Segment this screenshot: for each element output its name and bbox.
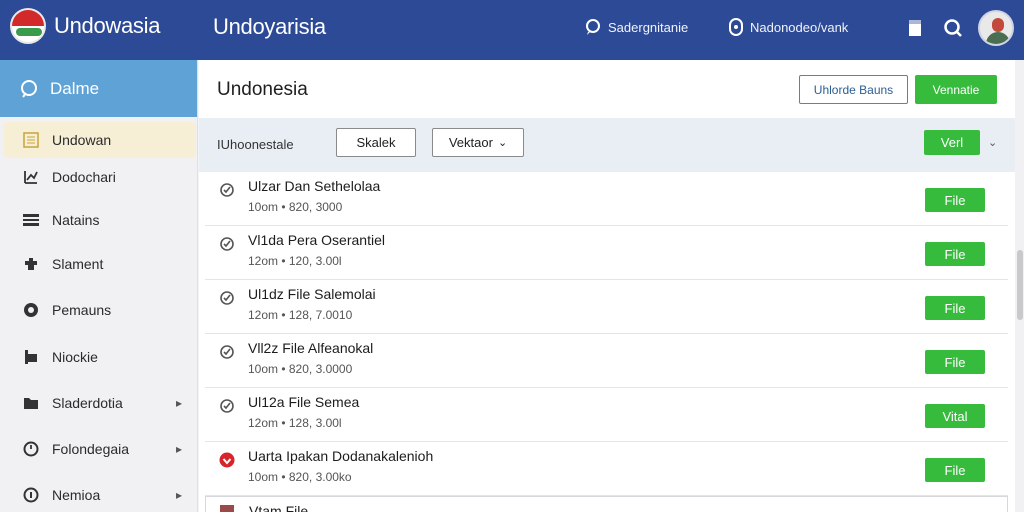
chart-icon <box>22 168 40 186</box>
brand[interactable]: Undowasia <box>10 8 160 44</box>
row-meta: 10om • 820, 3.00ko <box>248 470 352 484</box>
sidebar-item-label: Pemauns <box>52 302 112 318</box>
avatar[interactable] <box>978 10 1014 46</box>
chevron-right-icon: ▸ <box>175 488 182 502</box>
table-row[interactable]: Uarta Ipakan Dodanakalenioh 10om • 820, … <box>205 442 1008 496</box>
sidebar-item-dodochari[interactable]: Dodochari <box>4 159 196 195</box>
sidebar-item-label: Natains <box>52 212 100 228</box>
row-name: Ul1dz File Salemolai <box>248 286 376 302</box>
filter-dropdown-label: Vektaor <box>448 135 493 150</box>
chat-icon <box>586 19 600 35</box>
brand-name: Undowasia <box>54 13 161 38</box>
table-row[interactable]: Ul12a File Semea 12om • 128, 3.00l Vital <box>205 388 1008 442</box>
page-title: Undonesia <box>217 79 308 100</box>
row-name: Vll2z File Alfeanokal <box>248 340 374 356</box>
table-row[interactable]: Vl1da Pera Oserantiel 12om • 120, 3.00l … <box>205 226 1008 280</box>
sidebar-item-slament[interactable]: Slament <box>4 246 196 282</box>
row-name: Ulzar Dan Sethelolaa <box>248 178 381 194</box>
row-action-button[interactable]: File <box>925 296 985 320</box>
check-circle-icon <box>220 183 234 197</box>
sidebar-item-folondegaia[interactable]: Folondegaia ▸ <box>4 431 196 467</box>
sidebar-header[interactable]: Dalme <box>0 60 197 117</box>
sidebar-item-label: Folondegaia <box>52 441 130 457</box>
row-action-button[interactable]: File <box>925 242 985 266</box>
brand-logo-icon <box>10 8 46 44</box>
sidebar-item-label: Sladerdotia <box>52 395 123 411</box>
filter-dropdown[interactable]: Vektaor ⌄ <box>432 128 524 157</box>
search-icon[interactable] <box>941 16 965 40</box>
sidebar-item-undowan[interactable]: Undowan <box>4 122 196 158</box>
secondary-action-button[interactable]: Uhlorde Bauns <box>799 75 908 104</box>
top-bar: Undowasia Undoyarisia Sadergnitanie Nado… <box>0 0 1024 60</box>
filter-button[interactable]: Skalek <box>336 128 416 157</box>
top-nav-item-1[interactable]: Sadergnitanie <box>584 18 688 36</box>
scrollbar-thumb[interactable] <box>1017 250 1023 320</box>
menu-icon <box>22 211 40 229</box>
chevron-right-icon: ▸ <box>175 442 182 456</box>
table-row[interactable]: Ulzar Dan Sethelolaa 10om • 820, 3000 Fi… <box>205 172 1008 226</box>
chevron-down-icon[interactable]: ⌄ <box>988 136 997 149</box>
sidebar-item-label: Niockie <box>52 349 98 365</box>
primary-action-button[interactable]: Vennatie <box>915 75 997 104</box>
row-meta: 12om • 128, 3.00l <box>248 416 342 430</box>
row-name: Uarta Ipakan Dodanakalenioh <box>248 448 434 464</box>
main-panel: Undonesia Uhlorde Bauns Vennatie IUhoone… <box>199 60 1024 512</box>
row-name: Vtam File <box>249 503 309 512</box>
sidebar-item-label: Undowan <box>52 132 112 148</box>
filter-label: IUhoonestale <box>217 137 294 152</box>
view-button[interactable]: Verl <box>924 130 980 155</box>
check-circle-icon <box>220 237 234 251</box>
table-row[interactable]: Ul1dz File Salemolai 12om • 128, 7.0010 … <box>205 280 1008 334</box>
sidebar-header-label: Dalme <box>50 78 100 98</box>
document-icon[interactable] <box>903 16 927 40</box>
folder-icon <box>22 394 40 412</box>
puzzle-icon <box>22 255 40 273</box>
list-icon <box>22 131 40 149</box>
row-name: Ul12a File Semea <box>248 394 360 410</box>
row-action-button[interactable]: Vital <box>925 404 985 428</box>
table-row[interactable]: Vll2z File Alfeanokal 10om • 820, 3.0000… <box>205 334 1008 388</box>
sidebar-item-niockie[interactable]: Niockie <box>4 339 196 375</box>
row-name: Vl1da Pera Oserantiel <box>248 232 385 248</box>
sidebar-item-label: Slament <box>52 256 104 272</box>
row-action-button[interactable]: File <box>925 458 985 482</box>
check-circle-icon <box>220 345 234 359</box>
alert-heart-icon <box>219 452 235 468</box>
chevron-right-icon: ▸ <box>175 396 182 410</box>
row-meta: 10om • 820, 3000 <box>248 200 343 214</box>
sidebar-item-natains[interactable]: Natains <box>4 202 196 238</box>
row-meta: 12om • 120, 3.00l <box>248 254 342 268</box>
sidebar-item-label: Dodochari <box>52 169 116 185</box>
chevron-down-icon: ⌄ <box>497 137 508 149</box>
sidebar-item-nemioa[interactable]: Nemioa ▸ <box>4 477 196 512</box>
check-circle-icon <box>220 399 234 413</box>
sidebar: Dalme Undowan Dodochari Natains Slament … <box>0 60 198 512</box>
info-icon <box>22 486 40 504</box>
check-circle-icon <box>220 291 234 305</box>
filter-bar: IUhoonestale Skalek Vektaor ⌄ Verl ⌄ <box>199 118 1024 172</box>
clock-icon <box>22 440 40 458</box>
top-nav-item-2-label: Nadonodeo/vank <box>750 19 849 35</box>
circle-icon <box>22 301 40 319</box>
top-nav-item-1-label: Sadergnitanie <box>608 19 689 35</box>
row-action-button[interactable]: File <box>925 188 985 212</box>
app-title: Undoyarisia <box>213 14 326 39</box>
row-meta: 10om • 820, 3.0000 <box>248 362 353 376</box>
sidebar-item-sladerdotia[interactable]: Sladerdotia ▸ <box>4 385 196 421</box>
sidebar-item-pemauns[interactable]: Pemauns <box>4 292 196 328</box>
file-icon <box>220 505 234 512</box>
pin-icon <box>22 348 40 366</box>
user-circle-icon <box>729 18 743 36</box>
search-icon <box>21 79 37 98</box>
table-row[interactable]: Vtam File <box>205 496 1008 512</box>
top-nav-item-2[interactable]: Nadonodeo/vank <box>728 18 848 36</box>
row-meta: 12om • 128, 7.0010 <box>248 308 353 322</box>
row-action-button[interactable]: File <box>925 350 985 374</box>
sidebar-item-label: Nemioa <box>52 487 101 503</box>
